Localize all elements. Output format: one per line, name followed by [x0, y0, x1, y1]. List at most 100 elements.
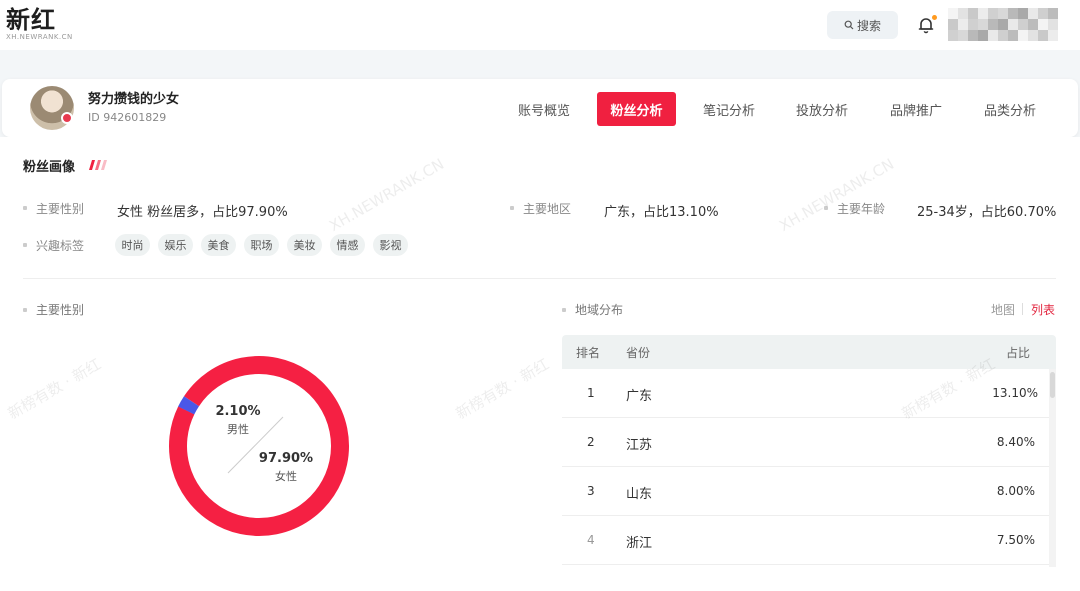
account-name: 努力攒钱的少女	[88, 92, 180, 107]
blur-pixel	[1048, 8, 1058, 19]
interest-tag: 娱乐	[158, 234, 193, 256]
table-row[interactable]: 4 浙江 7.50%	[562, 516, 1050, 565]
section-divider	[23, 278, 1056, 279]
account-id: ID 942601829	[88, 111, 167, 124]
column-header-rank[interactable]: 排名	[576, 344, 600, 361]
blur-pixel	[968, 30, 978, 41]
blur-pixel	[998, 30, 1008, 41]
region-chart-title: 地域分布	[575, 303, 624, 317]
top-bar: 新红 XH.NEWRANK.CN 搜索	[0, 0, 1080, 50]
gender-chart-title: 主要性别	[36, 303, 85, 317]
main-age-label: 主要年龄	[837, 202, 886, 216]
blur-pixel	[1038, 19, 1048, 30]
brand-logo[interactable]: 新红 XH.NEWRANK.CN	[6, 6, 73, 41]
province-cell: 山东	[626, 487, 653, 502]
blur-pixel	[988, 19, 998, 30]
section-title-fan-profile: 粉丝画像	[23, 160, 76, 175]
bullet-icon	[562, 308, 566, 312]
main-region-value: 广东，占比13.10%	[604, 205, 719, 220]
province-cell: 广东	[626, 389, 653, 404]
blur-pixel	[988, 8, 998, 19]
blur-pixel	[968, 19, 978, 30]
blur-pixel	[1038, 8, 1048, 19]
interest-tag: 美妆	[287, 234, 322, 256]
table-scrollbar-track[interactable]	[1049, 369, 1056, 567]
tab-brand-promotion[interactable]: 品牌推广	[880, 92, 952, 126]
bullet-icon	[23, 308, 27, 312]
donut-slice-female[interactable]	[168, 355, 350, 537]
tab-note-analysis[interactable]: 笔记分析	[694, 92, 764, 126]
column-header-province[interactable]: 省份	[626, 344, 650, 361]
blur-pixel	[948, 30, 958, 41]
blur-pixel	[1048, 19, 1058, 30]
tab-fan-analysis[interactable]: 粉丝分析	[597, 92, 676, 126]
blur-pixel	[958, 30, 968, 41]
bullet-icon	[23, 206, 27, 210]
search-button[interactable]: 搜索	[827, 11, 898, 39]
blur-pixel	[1038, 30, 1048, 41]
main-region-label: 主要地区	[523, 202, 572, 216]
blur-pixel	[978, 19, 988, 30]
logo-text: 新红	[6, 6, 56, 34]
blur-pixel	[1008, 30, 1018, 41]
bullet-icon	[510, 206, 514, 210]
table-row[interactable]: 3 山东 8.00%	[562, 467, 1050, 516]
logo-subtitle: XH.NEWRANK.CN	[6, 33, 73, 41]
table-scrollbar-thumb[interactable]	[1050, 372, 1055, 398]
notification-dot	[932, 15, 937, 20]
blur-pixel	[948, 19, 958, 30]
rank-cell: 4	[587, 533, 595, 547]
interest-tag: 情感	[330, 234, 365, 256]
toggle-map-view[interactable]: 地图	[991, 301, 1015, 318]
main-gender-label: 主要性别	[36, 202, 85, 216]
blur-pixel	[948, 8, 958, 19]
rank-cell: 2	[587, 435, 595, 449]
search-icon	[844, 20, 854, 30]
tab-account-overview[interactable]: 账号概览	[509, 92, 579, 126]
male-data-label: 2.10% 男性	[213, 404, 263, 437]
tab-category-analysis[interactable]: 品类分析	[974, 92, 1046, 126]
blur-pixel	[968, 8, 978, 19]
female-label: 女性	[275, 470, 297, 483]
interest-tag: 美食	[201, 234, 236, 256]
rank-cell: 1	[587, 386, 595, 400]
column-header-share[interactable]: 占比	[1006, 344, 1030, 361]
gender-donut-chart	[168, 355, 350, 537]
blur-pixel	[958, 8, 968, 19]
blur-pixel	[1028, 19, 1038, 30]
bullet-icon	[824, 206, 828, 210]
blur-pixel	[1028, 30, 1038, 41]
toggle-list-view[interactable]: 列表	[1031, 301, 1055, 318]
tab-placement-analysis[interactable]: 投放分析	[787, 92, 857, 126]
blur-pixel	[1018, 19, 1028, 30]
share-cell: 13.10%	[992, 386, 1038, 400]
blur-pixel	[958, 19, 968, 30]
user-menu-blurred[interactable]	[948, 8, 1058, 42]
share-cell: 7.50%	[996, 533, 1035, 547]
blur-pixel	[1048, 30, 1058, 41]
table-row[interactable]: 2 江苏 8.40%	[562, 418, 1050, 467]
interest-tags-label: 兴趣标签	[36, 239, 85, 253]
female-pct: 97.90%	[258, 451, 314, 466]
share-cell: 8.00%	[996, 484, 1035, 498]
interest-tag: 职场	[244, 234, 279, 256]
blur-pixel	[1018, 8, 1028, 19]
female-data-label: 97.90% 女性	[256, 451, 316, 484]
interest-tag: 影视	[373, 234, 408, 256]
male-pct: 2.10%	[215, 404, 261, 419]
blur-pixel	[998, 8, 1008, 19]
blur-pixel	[998, 19, 1008, 30]
table-row[interactable]: 1 广东 13.10%	[562, 369, 1050, 418]
blur-pixel	[978, 8, 988, 19]
toggle-separator	[1022, 303, 1023, 315]
search-label: 搜索	[856, 18, 881, 33]
bullet-icon	[23, 243, 27, 247]
rank-cell: 3	[587, 484, 595, 498]
title-decoration-icon	[89, 160, 107, 170]
blur-pixel	[978, 30, 988, 41]
interest-tag: 时尚	[115, 234, 150, 256]
province-cell: 江苏	[626, 438, 653, 453]
province-cell: 浙江	[626, 536, 653, 551]
blur-pixel	[1018, 30, 1028, 41]
share-cell: 8.40%	[996, 435, 1035, 449]
